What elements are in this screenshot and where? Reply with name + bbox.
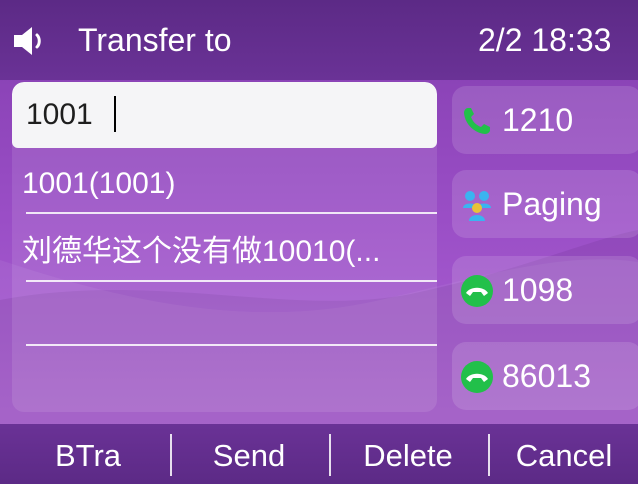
- text-caret: [114, 96, 116, 132]
- list-item-label: 1001(1001): [22, 167, 176, 200]
- line-key-paging[interactable]: Paging: [452, 170, 638, 238]
- line-key-label: Paging: [502, 186, 602, 222]
- divider: [26, 212, 437, 214]
- page-title: Transfer to: [78, 22, 232, 58]
- list-item[interactable]: 1001(1001): [12, 152, 437, 218]
- btra-softkey[interactable]: BTra: [14, 434, 162, 478]
- title-bar: Transfer to 2/2 18:33: [0, 0, 638, 80]
- line-key-86013[interactable]: 86013: [452, 342, 638, 410]
- phone-screen: Transfer to 2/2 18:33 1001(1001) 刘德华这个没有…: [0, 0, 638, 484]
- send-softkey[interactable]: Send: [172, 434, 326, 478]
- search-row[interactable]: [12, 82, 437, 148]
- line-key-label: 86013: [502, 358, 591, 394]
- date-time: 2/2 18:33: [478, 22, 612, 58]
- line-key-label: 1210: [502, 102, 574, 138]
- cancel-softkey[interactable]: Cancel: [490, 434, 638, 478]
- phone-icon: [464, 108, 490, 134]
- delete-softkey[interactable]: Delete: [331, 434, 485, 478]
- list-item-label: 刘德华这个没有做10010(...: [22, 235, 381, 268]
- list-item[interactable]: 刘德华这个没有做10010(...: [12, 220, 437, 286]
- transfer-list: 1001(1001) 刘德华这个没有做10010(...: [12, 82, 437, 412]
- line-key-1098[interactable]: 1098: [452, 256, 638, 324]
- list-item[interactable]: [12, 346, 437, 412]
- line-status-icon: [461, 361, 493, 393]
- line-key-1210[interactable]: 1210: [452, 86, 638, 154]
- line-key-label: 1098: [502, 272, 574, 308]
- paging-group-icon: [463, 191, 491, 221]
- softkey-bar: BTra Send Delete Cancel: [0, 424, 638, 484]
- line-status-icon: [461, 275, 493, 307]
- transfer-number-input[interactable]: [26, 92, 406, 138]
- list-item[interactable]: [12, 282, 437, 348]
- speaker-icon: [14, 27, 41, 55]
